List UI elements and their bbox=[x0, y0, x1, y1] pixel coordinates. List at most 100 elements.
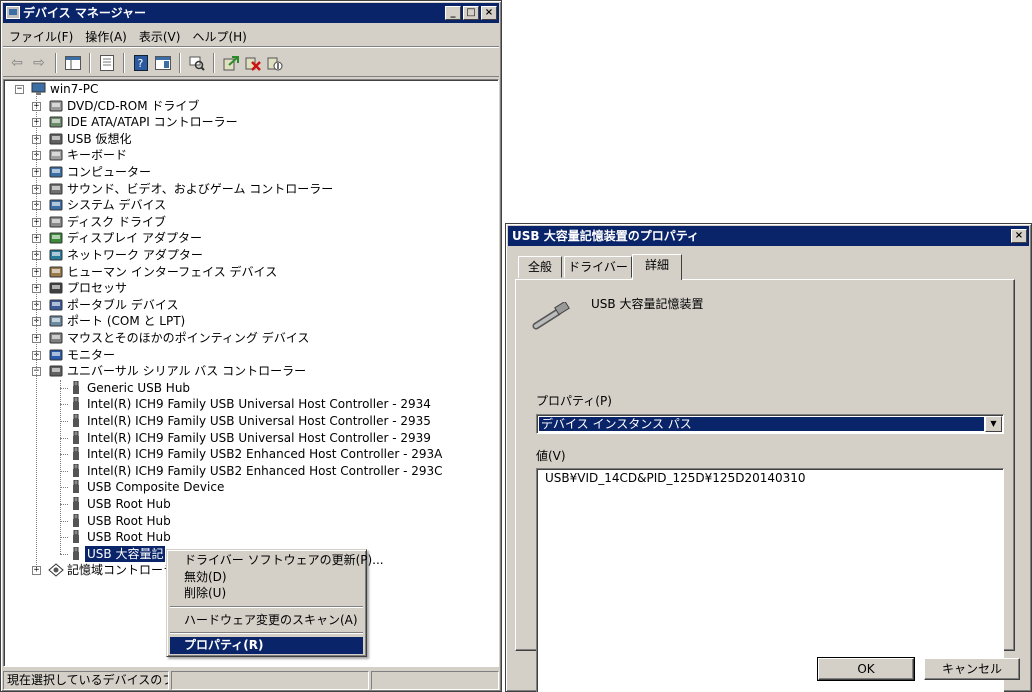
tree-category[interactable]: + ディスク ドライブ bbox=[4, 214, 498, 230]
tree-category[interactable]: + マウスとそのほかのポインティング デバイス bbox=[4, 330, 498, 346]
tree-item-usb-device[interactable]: Intel(R) ICH9 Family USB Universal Host … bbox=[4, 396, 498, 412]
tree-category[interactable]: + コンピューター bbox=[4, 164, 498, 180]
property-dropdown[interactable]: デバイス インスタンス パス ▼ bbox=[536, 414, 1004, 434]
details-panel: USB 大容量記憶装置 プロパティ(P) デバイス インスタンス パス ▼ 値(… bbox=[515, 279, 1015, 692]
system-device-icon bbox=[48, 198, 64, 212]
tree-node-label: ポート (COM と LPT) bbox=[67, 314, 186, 329]
tree-node-label: ポータブル デバイス bbox=[67, 297, 179, 312]
usb-device-icon bbox=[68, 430, 84, 445]
tree-node-label: システム デバイス bbox=[67, 198, 167, 213]
menu-properties[interactable]: プロパティ(R) bbox=[170, 637, 363, 654]
forward-arrow-icon[interactable]: ⇨ bbox=[29, 53, 49, 73]
properties-title: USB 大容量記憶装置のプロパティ bbox=[512, 229, 699, 243]
status-pane-3 bbox=[371, 671, 499, 690]
tab-details[interactable]: 詳細 bbox=[632, 254, 682, 280]
tree-item-usb-device[interactable]: Intel(R) ICH9 Family USB Universal Host … bbox=[4, 430, 498, 446]
usb-device-icon bbox=[68, 446, 84, 461]
tree-node-label: キーボード bbox=[67, 148, 128, 163]
tree-category[interactable]: + プロセッサ bbox=[4, 280, 498, 296]
tree-category[interactable]: + ポータブル デバイス bbox=[4, 297, 498, 313]
properties-titlebar[interactable]: USB 大容量記憶装置のプロパティ × bbox=[508, 226, 1029, 246]
tree-category[interactable]: + ヒューマン インターフェイス デバイス bbox=[4, 264, 498, 280]
toolbar-separator bbox=[213, 53, 215, 73]
tab-general[interactable]: 全般 bbox=[518, 256, 562, 278]
tree-item-usb-device[interactable]: Intel(R) ICH9 Family USB Universal Host … bbox=[4, 413, 498, 429]
tree-item-usb-device[interactable]: USB Root Hub bbox=[4, 529, 498, 545]
maximize-button[interactable]: □ bbox=[463, 6, 479, 20]
usb-device-icon bbox=[532, 300, 572, 335]
tree-category[interactable]: + DVD/CD-ROM ドライブ bbox=[4, 98, 498, 114]
sound-icon bbox=[48, 182, 64, 196]
menu-action[interactable]: 操作(A) bbox=[79, 25, 133, 44]
status-pane-2 bbox=[171, 671, 369, 690]
tree-category[interactable]: + ポート (COM と LPT) bbox=[4, 313, 498, 329]
tree-connector bbox=[60, 421, 68, 422]
back-arrow-icon[interactable]: ⇦ bbox=[7, 53, 27, 73]
tree-item-usb-device[interactable]: Intel(R) ICH9 Family USB2 Enhanced Host … bbox=[4, 446, 498, 462]
properties-icon[interactable] bbox=[97, 53, 117, 73]
collapse-icon[interactable]: − bbox=[15, 85, 24, 94]
menu-uninstall[interactable]: 削除(U) bbox=[170, 585, 363, 602]
tree-node-label: Intel(R) ICH9 Family USB Universal Host … bbox=[87, 430, 431, 445]
tree-node-label: ディスク ドライブ bbox=[67, 214, 166, 229]
tree-category[interactable]: + システム デバイス bbox=[4, 197, 498, 213]
tree-category[interactable]: + USB 仮想化 bbox=[4, 131, 498, 147]
context-menu: ドライバー ソフトウェアの更新(P)... 無効(D) 削除(U) ハードウェア… bbox=[166, 549, 384, 657]
tree-category[interactable]: − ユニバーサル シリアル バス コントローラー bbox=[4, 363, 498, 379]
tree-category[interactable]: + ディスプレイ アダプター bbox=[4, 230, 498, 246]
tree-item-usb-device[interactable]: Intel(R) ICH9 Family USB2 Enhanced Host … bbox=[4, 463, 498, 479]
keyboard-icon bbox=[48, 148, 64, 162]
tree-connector bbox=[60, 404, 68, 406]
usb-icon bbox=[48, 132, 64, 146]
menu-help[interactable]: ヘルプ(H) bbox=[186, 25, 252, 44]
chevron-down-icon[interactable]: ▼ bbox=[985, 416, 1002, 432]
uninstall-icon[interactable] bbox=[243, 53, 263, 73]
tree-item-usb-device[interactable]: USB Root Hub bbox=[4, 496, 498, 512]
value-label: 値(V) bbox=[536, 449, 566, 463]
tree-node-label: 記憶域コントローラ bbox=[67, 563, 176, 578]
toolbar-separator bbox=[89, 53, 91, 73]
help-icon[interactable]: ? bbox=[131, 53, 151, 73]
tree-node-label: Intel(R) ICH9 Family USB Universal Host … bbox=[87, 414, 431, 428]
close-button[interactable]: × bbox=[481, 6, 497, 20]
tree-category[interactable]: + キーボード bbox=[4, 147, 498, 163]
cancel-button[interactable]: キャンセル bbox=[924, 658, 1020, 680]
disk-drive-icon bbox=[48, 215, 64, 229]
ok-button[interactable]: OK bbox=[817, 657, 915, 681]
tree-connector bbox=[60, 487, 68, 489]
properties-dialog: USB 大容量記憶装置のプロパティ × 全般 ドライバー 詳細 USB 大容量記… bbox=[505, 223, 1032, 692]
scan-hardware-icon[interactable] bbox=[187, 53, 207, 73]
show-hide-tree-icon[interactable] bbox=[63, 53, 83, 73]
value-text[interactable]: USB¥VID_14CD&PID_125D¥125D20140310 bbox=[545, 471, 806, 485]
tree-category[interactable]: + ネットワーク アダプター bbox=[4, 247, 498, 263]
usb-device-icon bbox=[68, 396, 84, 411]
tree-connector bbox=[60, 454, 68, 456]
tab-driver[interactable]: ドライバー bbox=[564, 256, 632, 278]
menu-update-driver[interactable]: ドライバー ソフトウェアの更新(P)... bbox=[170, 552, 384, 569]
minimize-button[interactable]: _ bbox=[445, 6, 461, 20]
tree-connector bbox=[60, 537, 68, 539]
tree-item-usb-device[interactable]: Generic USB Hub bbox=[4, 380, 498, 396]
menu-scan-hardware[interactable]: ハードウェア変更のスキャン(A) bbox=[170, 612, 363, 629]
display-adapter-icon bbox=[48, 231, 64, 245]
menu-view[interactable]: 表示(V) bbox=[133, 25, 187, 44]
tree-connector bbox=[60, 379, 61, 555]
action-pane-icon[interactable] bbox=[153, 53, 173, 73]
device-name: USB 大容量記憶装置 bbox=[591, 297, 704, 311]
tree-category[interactable]: + サウンド、ビデオ、およびゲーム コントローラー bbox=[4, 181, 498, 197]
dialog-close-button[interactable]: × bbox=[1011, 229, 1027, 243]
menu-file[interactable]: ファイル(F) bbox=[3, 25, 79, 44]
processor-icon bbox=[48, 281, 64, 295]
tree-category[interactable]: + IDE ATA/ATAPI コントローラー bbox=[4, 114, 498, 130]
tree-root[interactable]: − win7-PC bbox=[4, 81, 498, 97]
tree-category[interactable]: + モニター bbox=[4, 347, 498, 363]
update-driver-icon[interactable] bbox=[221, 53, 241, 73]
disable-icon[interactable] bbox=[265, 53, 285, 73]
menu-disable[interactable]: 無効(D) bbox=[170, 569, 363, 586]
tree-item-usb-device[interactable]: USB Composite Device bbox=[4, 479, 498, 495]
tree-item-usb-device[interactable]: USB Root Hub bbox=[4, 513, 498, 529]
device-manager-titlebar[interactable]: デバイス マネージャー _ □ × bbox=[3, 3, 499, 23]
tree-connector bbox=[60, 553, 68, 555]
usb-device-icon bbox=[68, 413, 84, 428]
toolbar-separator bbox=[55, 53, 57, 73]
